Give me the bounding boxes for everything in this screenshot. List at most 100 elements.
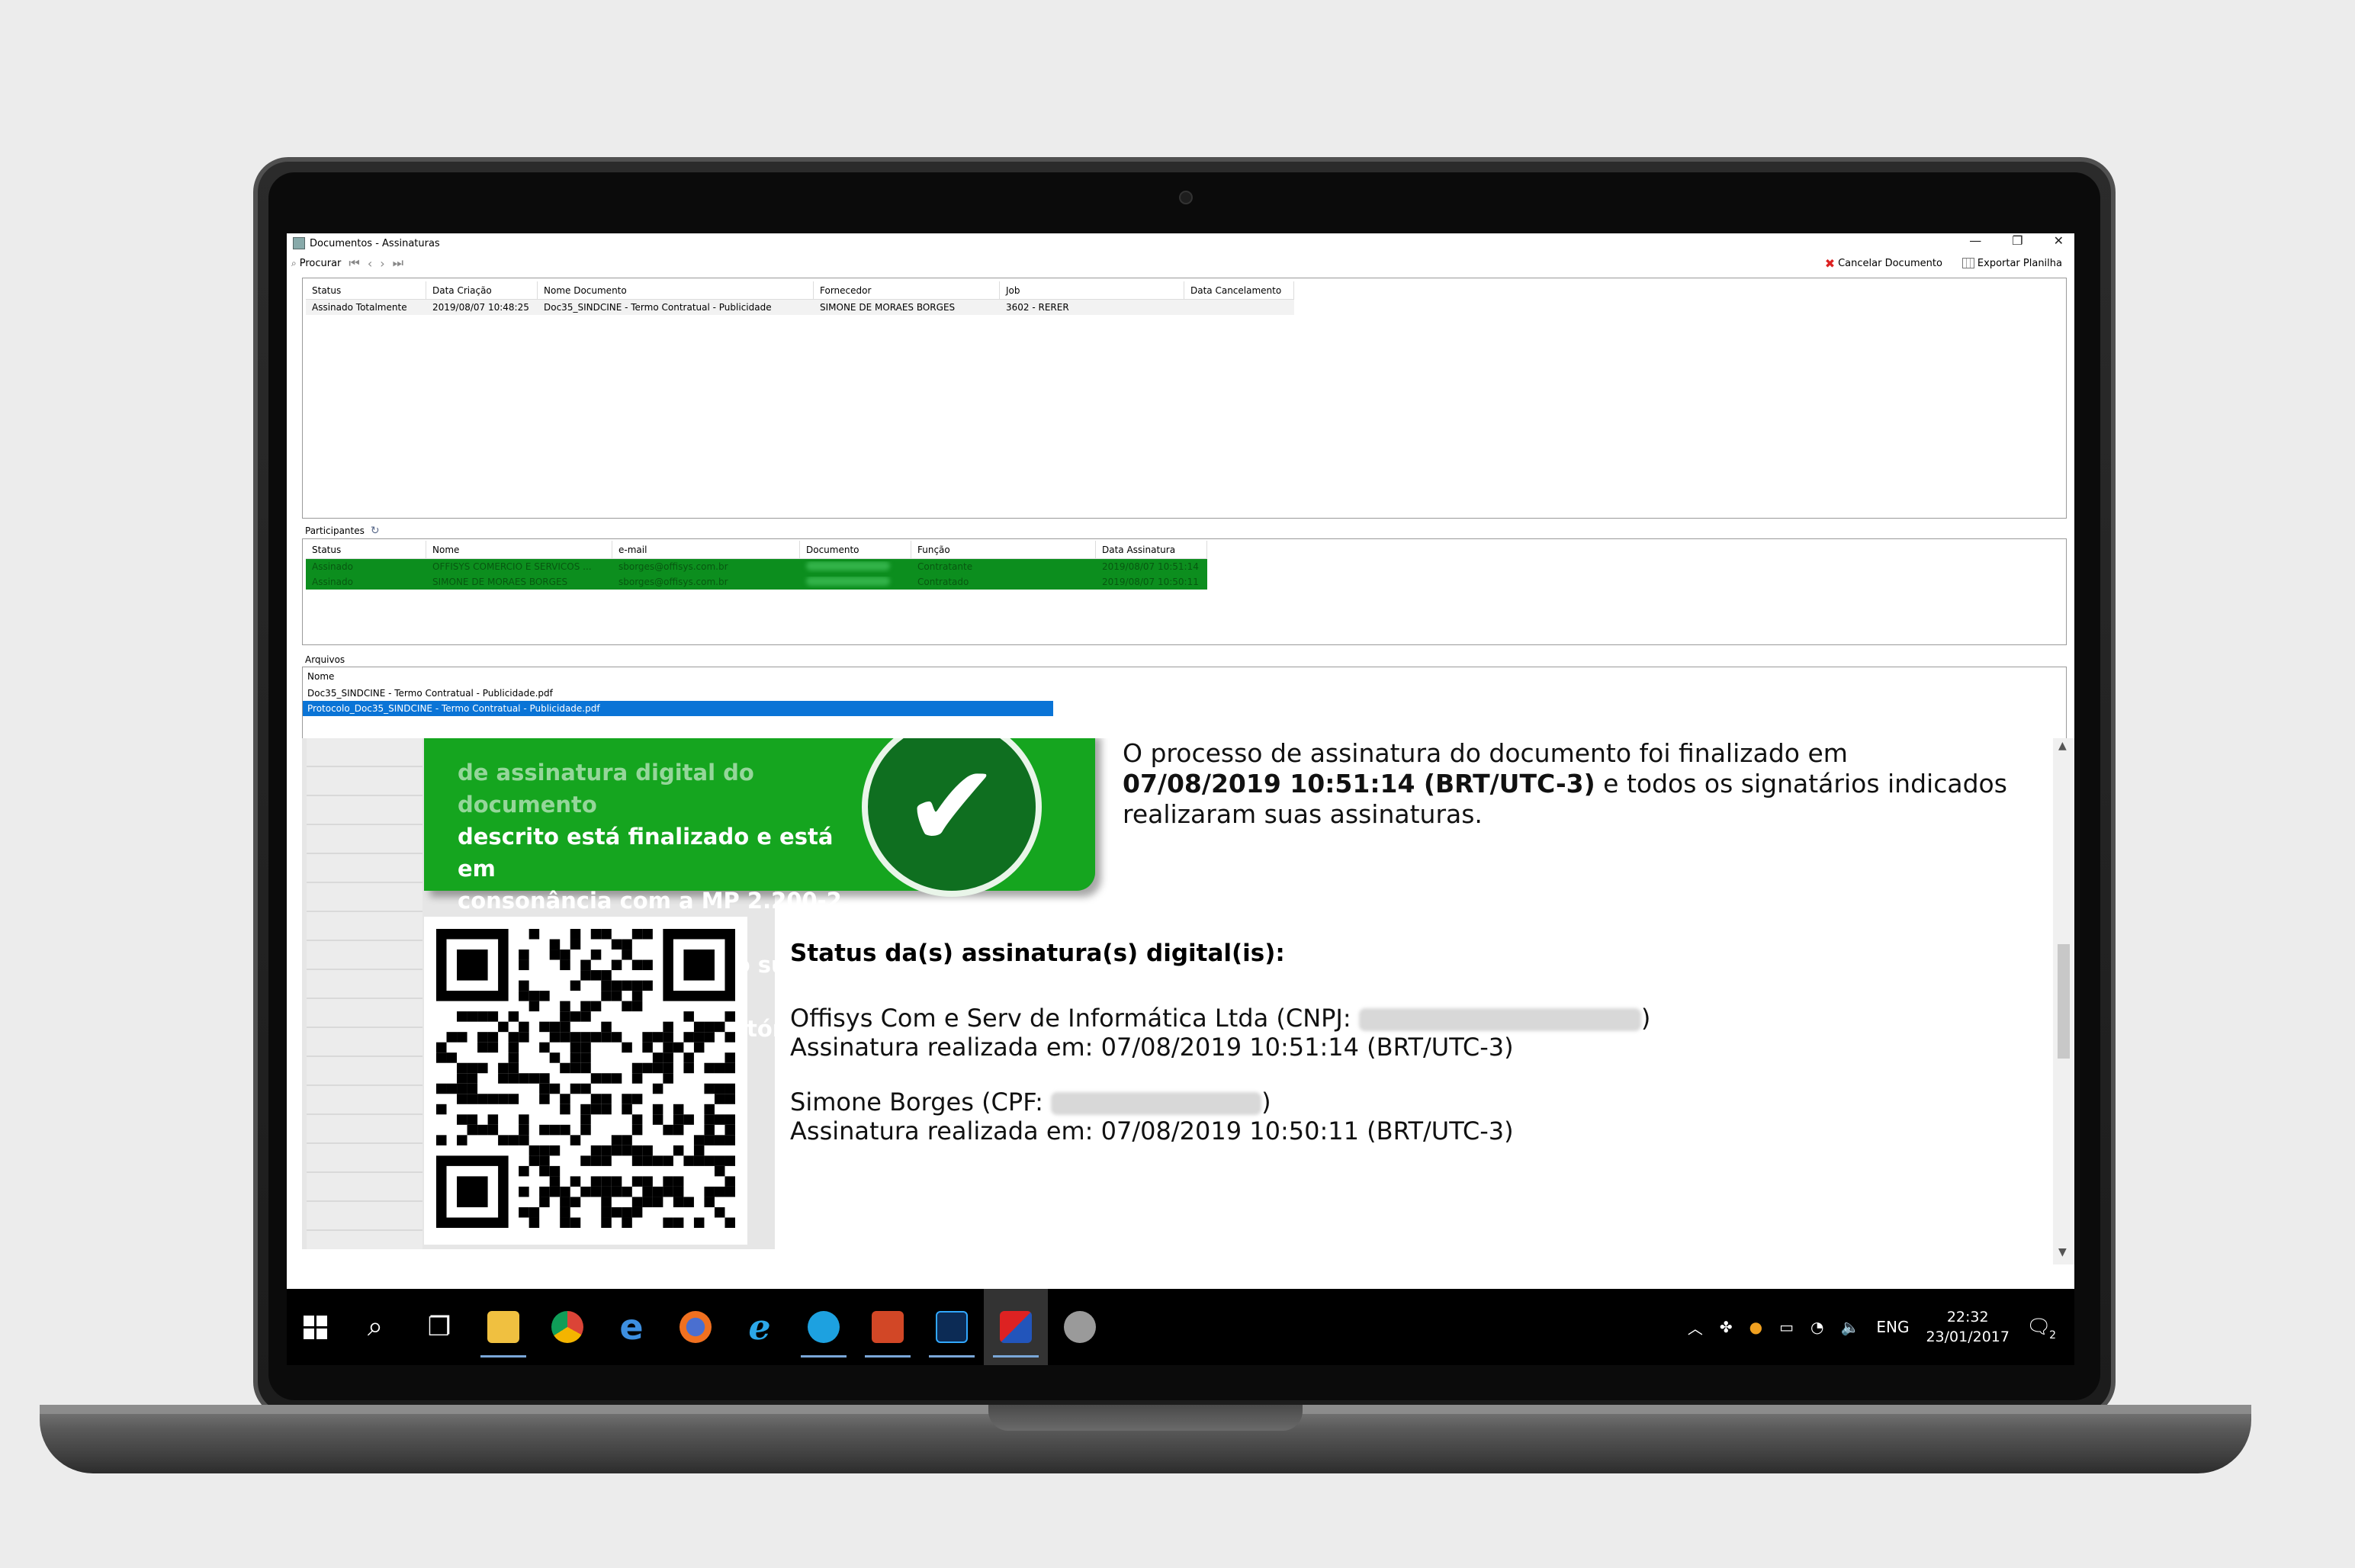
refresh-icon[interactable]: ↻ — [371, 525, 380, 537]
scroll-down-icon[interactable]: ▼ — [2058, 1246, 2067, 1258]
col-funcao[interactable]: Função — [911, 541, 1096, 558]
task-view-icon[interactable]: ❐ — [407, 1289, 471, 1365]
scroll-up-icon[interactable]: ▲ — [2058, 740, 2067, 752]
signature-entry: Offisys Com e Serv de Informática Ltda (… — [790, 1004, 1650, 1062]
clock-date: 23/01/2017 — [1926, 1329, 2010, 1345]
prev-page-button[interactable]: ‹ — [368, 256, 372, 271]
screen: Documentos - Assinaturas — ❐ ✕ ⌕ Procura… — [287, 233, 2074, 1365]
col-fornecedor[interactable]: Fornecedor — [814, 281, 1000, 299]
search-icon[interactable]: ⌕ — [343, 1289, 407, 1365]
signature-entry: Simone Borges (CPF: ) Assinatura realiza… — [790, 1088, 1514, 1145]
qr-code-icon — [436, 929, 735, 1228]
cell-fornecedor: SIMONE DE MORAES BORGES — [820, 302, 956, 313]
redacted-cnpj — [1358, 1008, 1641, 1031]
files-panel: Nome Doc35_SINDCINE - Termo Contratual -… — [302, 667, 2067, 740]
notifications-icon[interactable]: 🗨 2 — [2026, 1316, 2056, 1341]
taskbar: ⌕ ❐ e ℯ ︿ ✤ ● ▭ ◔ 🔈 ENG 22:32 23/01/2017… — [287, 1289, 2074, 1365]
signed-at: Assinatura realizada em: 07/08/2019 10:5… — [790, 1117, 1514, 1145]
start-button[interactable] — [287, 1289, 343, 1365]
last-page-button[interactable]: ⏭ — [393, 255, 403, 271]
window-title: Documentos - Assinaturas — [310, 237, 440, 249]
validity-banner: de assinatura digital do documento descr… — [424, 738, 1095, 1074]
battery-icon[interactable]: ▭ — [1779, 1318, 1794, 1336]
window-controls: — ❐ ✕ — [1969, 233, 2064, 248]
firefox-icon[interactable] — [663, 1289, 728, 1365]
photoshop-icon[interactable] — [920, 1289, 984, 1365]
minimize-button[interactable]: — — [1969, 233, 1981, 248]
col-documento[interactable]: Documento — [800, 541, 911, 558]
export-spreadsheet-button[interactable]: Exportar Planilha — [1961, 258, 2062, 269]
tray-app-icon[interactable]: ✤ — [1720, 1318, 1733, 1336]
app-icon-misc[interactable] — [1048, 1289, 1112, 1365]
chrome-icon[interactable] — [535, 1289, 599, 1365]
files-label: Arquivos — [305, 654, 345, 665]
col-nome[interactable]: Nome — [426, 541, 612, 558]
banner-line: descrito está finalizado e está em — [458, 824, 834, 882]
restore-button[interactable]: ❐ — [2012, 233, 2022, 248]
cell-status: Assinado Totalmente — [312, 302, 407, 313]
webcam — [1179, 191, 1193, 204]
preview-scrollbar[interactable]: ▲ ▼ — [2053, 738, 2074, 1264]
skype-icon[interactable] — [792, 1289, 856, 1365]
checkmark-icon: ✔ — [862, 738, 1042, 897]
spreadsheet-icon — [1961, 258, 1974, 268]
cell-email: sborges@offisys.com.br — [618, 561, 728, 572]
col-email[interactable]: e-mail — [612, 541, 800, 558]
app-icon — [293, 237, 305, 249]
documents-panel: Status Data Criação Nome Documento Forne… — [302, 278, 2067, 519]
table-row[interactable]: Assinado OFFISYS COMERCIO E SERVICOS ...… — [306, 559, 1207, 574]
window-titlebar: Documentos - Assinaturas — [293, 233, 2070, 253]
col-job[interactable]: Job — [1000, 281, 1184, 299]
process-line-2-rest: e todos os signatários indicados — [1595, 769, 2007, 798]
file-explorer-icon[interactable] — [471, 1289, 535, 1365]
participants-table-header: Status Nome e-mail Documento Função Data… — [306, 541, 1207, 559]
col-data-assinatura[interactable]: Data Assinatura — [1096, 541, 1207, 558]
signature-app-icon[interactable] — [984, 1289, 1048, 1365]
powerpoint-icon[interactable] — [856, 1289, 920, 1365]
participants-table: Status Nome e-mail Documento Função Data… — [306, 541, 1207, 590]
search-button[interactable]: ⌕ Procurar — [291, 258, 341, 269]
col-nome-documento[interactable]: Nome Documento — [538, 281, 814, 299]
cell-nome: OFFISYS COMERCIO E SERVICOS ... — [432, 561, 592, 572]
signed-at: Assinatura realizada em: 07/08/2019 10:5… — [790, 1033, 1514, 1062]
files-column-header[interactable]: Nome — [303, 667, 2066, 686]
toolbar: ⌕ Procurar ⏮ ‹ › ⏭ ✖ Cancelar Documento … — [291, 253, 2071, 273]
cancel-x-icon: ✖ — [1824, 255, 1836, 271]
edge-icon[interactable]: e — [599, 1289, 663, 1365]
process-date: 07/08/2019 10:51:14 (BRT/UTC-3) — [1123, 769, 1595, 798]
binoculars-icon: ⌕ — [291, 257, 297, 268]
cell-funcao: Contratado — [917, 577, 969, 587]
tray-orange-icon[interactable]: ● — [1749, 1318, 1762, 1336]
clock[interactable]: 22:32 23/01/2017 — [1926, 1307, 2010, 1347]
col-data-cancelamento[interactable]: Data Cancelamento — [1184, 281, 1294, 299]
cell-data-criacao: 2019/08/07 10:48:25 — [432, 302, 529, 313]
file-item[interactable]: Doc35_SINDCINE - Termo Contratual - Publ… — [303, 686, 2066, 701]
cancel-document-label: Cancelar Documento — [1838, 257, 1942, 269]
next-page-button[interactable]: › — [380, 256, 384, 271]
search-label: Procurar — [299, 257, 342, 269]
process-line-3: realizaram suas assinaturas. — [1123, 799, 1483, 829]
first-page-button[interactable]: ⏮ — [349, 255, 359, 271]
col-status[interactable]: Status — [306, 541, 426, 558]
documents-table-header: Status Data Criação Nome Documento Forne… — [306, 281, 1294, 300]
signer-name: Simone Borges (CPF: — [790, 1088, 1052, 1117]
language-indicator[interactable]: ENG — [1876, 1318, 1909, 1336]
cancel-document-button[interactable]: ✖ Cancelar Documento — [1825, 256, 1942, 271]
scroll-thumb[interactable] — [2058, 944, 2070, 1059]
network-icon[interactable]: ◔ — [1810, 1318, 1823, 1336]
participants-panel: Status Nome e-mail Documento Função Data… — [302, 538, 2067, 645]
windows-icon — [303, 1315, 327, 1339]
col-data-criacao[interactable]: Data Criação — [426, 281, 538, 299]
cell-status: Assinado — [312, 577, 353, 587]
signer-name: Offisys Com e Serv de Informática Ltda (… — [790, 1004, 1359, 1033]
close-button[interactable]: ✕ — [2054, 233, 2064, 248]
chevron-up-icon[interactable]: ︿ — [1688, 1316, 1703, 1338]
col-status[interactable]: Status — [306, 281, 426, 299]
laptop-hinge-notch — [988, 1405, 1303, 1431]
table-row[interactable]: Assinado Totalmente 2019/08/07 10:48:25 … — [306, 300, 1294, 315]
file-item-selected[interactable]: Protocolo_Doc35_SINDCINE - Termo Contrat… — [303, 701, 1053, 716]
volume-icon[interactable]: 🔈 — [1840, 1318, 1859, 1336]
cell-funcao: Contratante — [917, 561, 973, 572]
internet-explorer-icon[interactable]: ℯ — [728, 1289, 792, 1365]
table-row[interactable]: Assinado SIMONE DE MORAES BORGES sborges… — [306, 574, 1207, 590]
